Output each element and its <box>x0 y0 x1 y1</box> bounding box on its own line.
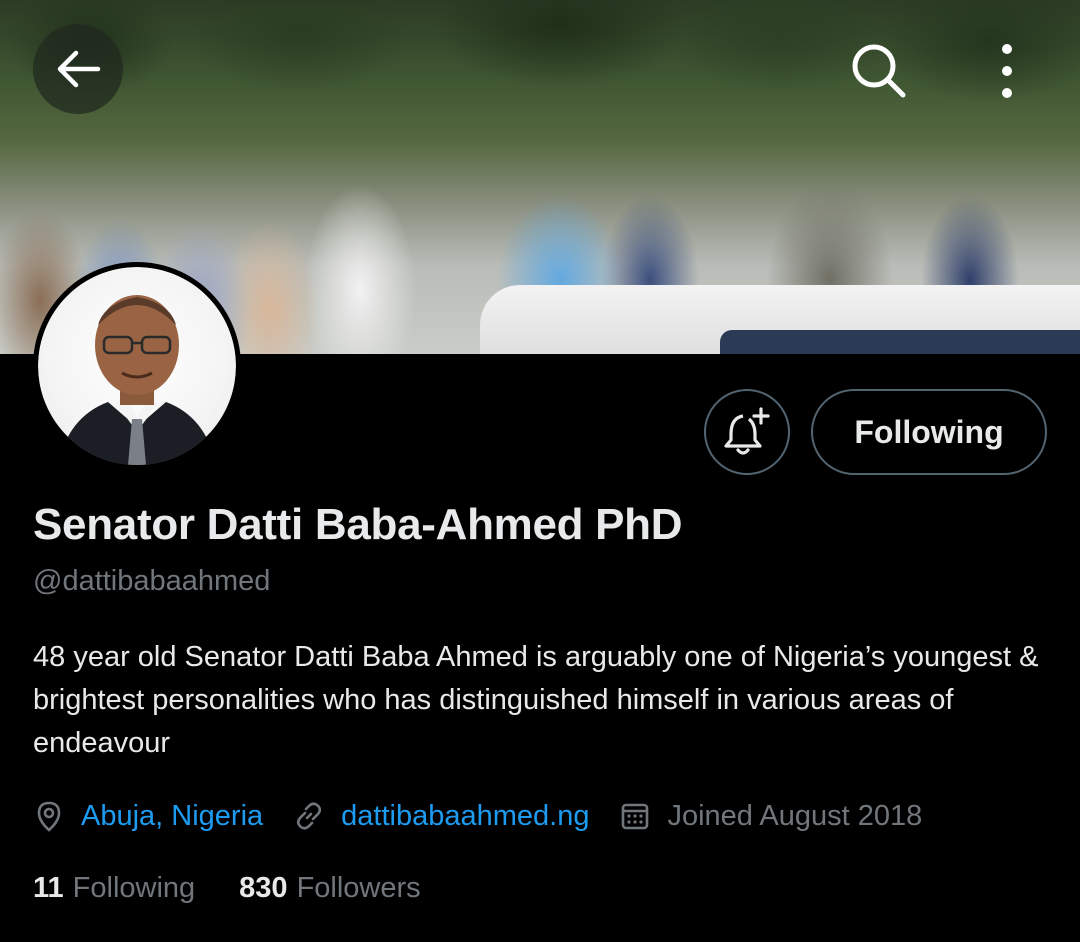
profile-bio: 48 year old Senator Datti Baba Ahmed is … <box>33 641 1039 759</box>
follow-stats: 11 Following 830 Followers <box>33 872 465 905</box>
following-label: Following <box>72 872 196 904</box>
notifications-button[interactable] <box>704 389 790 475</box>
location-text[interactable]: Abuja, Nigeria <box>81 800 263 833</box>
followers-label: Followers <box>296 872 421 904</box>
more-options-button[interactable] <box>962 26 1052 116</box>
link-icon <box>293 800 325 832</box>
search-button[interactable] <box>834 26 924 116</box>
banner-truck-window <box>720 330 1080 354</box>
search-icon <box>852 44 906 98</box>
joined-item: Joined August 2018 <box>619 800 922 833</box>
following-stat[interactable]: 11 Following <box>33 872 195 905</box>
avatar-portrait <box>58 295 216 465</box>
profile-avatar[interactable] <box>33 262 241 470</box>
location-pin-icon <box>33 800 65 832</box>
calendar-icon <box>619 800 651 832</box>
website-item: dattibabaahmed.ng <box>293 800 589 833</box>
user-handle: @dattibabaahmed <box>33 565 271 597</box>
arrow-left-icon <box>57 50 101 88</box>
followers-count: 830 <box>239 872 288 904</box>
location-item: Abuja, Nigeria <box>33 800 263 833</box>
followers-stat[interactable]: 830 Followers <box>239 872 420 905</box>
back-button[interactable] <box>33 24 123 114</box>
joined-date: Joined August 2018 <box>667 799 923 832</box>
following-count: 11 <box>33 872 64 904</box>
more-vertical-icon <box>1002 44 1012 98</box>
bell-plus-icon <box>724 407 770 455</box>
display-name: Senator Datti Baba-Ahmed PhD <box>33 500 683 549</box>
profile-meta: Abuja, Nigeria dattibabaahmed.ng Joined … <box>33 796 922 836</box>
website-link[interactable]: dattibabaahmed.ng <box>341 800 589 833</box>
following-button[interactable]: Following <box>811 389 1047 475</box>
